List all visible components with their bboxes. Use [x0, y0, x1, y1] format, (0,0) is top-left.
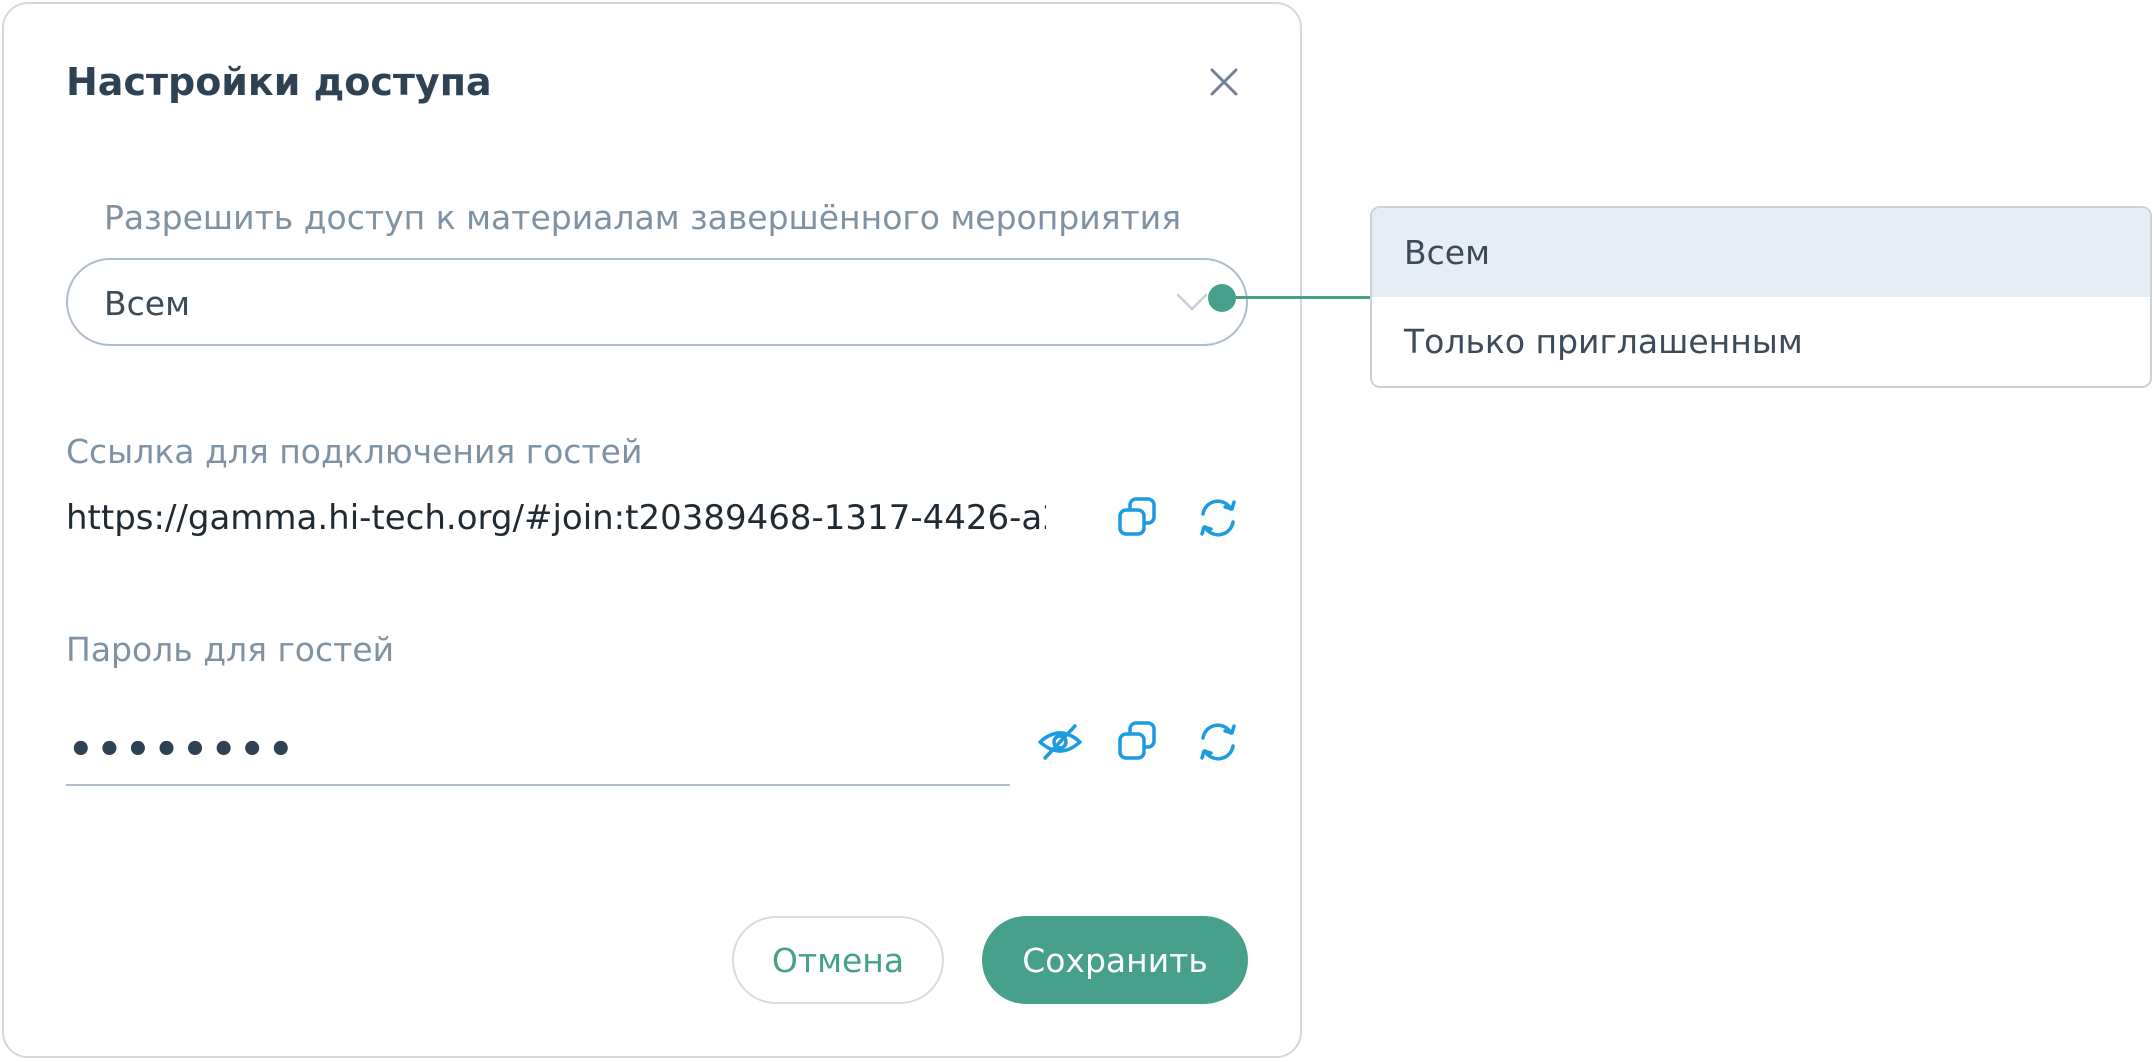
close-icon[interactable]: [1206, 64, 1242, 100]
eye-off-icon[interactable]: [1036, 718, 1084, 766]
guest-link-label: Ссылка для подключения гостей: [66, 432, 643, 471]
access-select-value: Всем: [104, 284, 190, 323]
access-select[interactable]: Всем: [66, 258, 1248, 346]
refresh-link-icon[interactable]: [1194, 494, 1242, 542]
save-button[interactable]: Сохранить: [982, 916, 1248, 1004]
guest-password-field[interactable]: [66, 716, 1010, 786]
copy-link-icon[interactable]: [1114, 494, 1162, 542]
guest-link-value: https://gamma.hi-tech.org/#join:t2038946…: [66, 498, 1046, 538]
dropdown-option-all[interactable]: Всем: [1372, 208, 2150, 297]
access-settings-dialog: Настройки доступа Разрешить доступ к мат…: [2, 2, 1302, 1058]
copy-password-icon[interactable]: [1114, 718, 1162, 766]
refresh-password-icon[interactable]: [1194, 718, 1242, 766]
dropdown-option-invited-only[interactable]: Только приглашенным: [1372, 297, 2150, 386]
cancel-button[interactable]: Отмена: [732, 916, 944, 1004]
callout-connector-line: [1230, 296, 1370, 299]
callout-connector-dot: [1208, 284, 1236, 312]
chevron-down-icon: [1174, 284, 1210, 320]
access-label: Разрешить доступ к материалам завершённо…: [104, 198, 1182, 237]
guest-password-label: Пароль для гостей: [66, 630, 395, 669]
dialog-title: Настройки доступа: [66, 60, 492, 104]
access-options-dropdown: Всем Только приглашенным: [1370, 206, 2152, 388]
